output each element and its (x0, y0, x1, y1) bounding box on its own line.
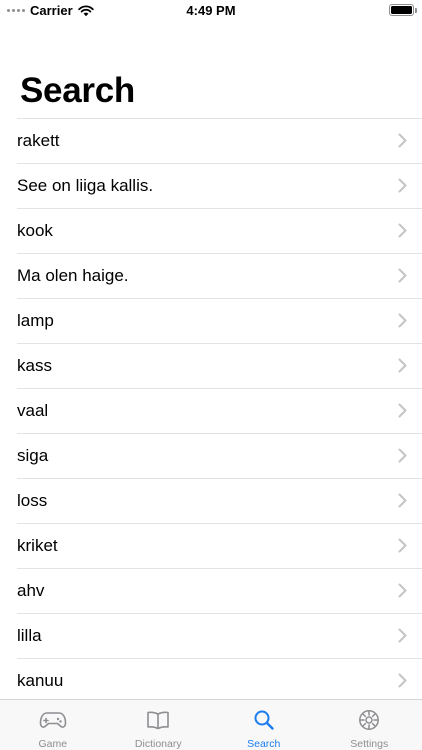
tab-search[interactable]: Search (211, 700, 317, 750)
gamecontroller-icon (38, 708, 68, 732)
list-item[interactable]: vaal (0, 388, 422, 433)
list-item-label: kanuu (17, 670, 64, 690)
gear-icon (354, 708, 384, 732)
list-item[interactable]: kanuu (0, 658, 422, 703)
list-item[interactable]: lilla (0, 613, 422, 658)
page-title: Search (20, 71, 135, 110)
list-item-label: kass (17, 355, 52, 375)
status-bar: Carrier 4:49 PM (0, 0, 422, 22)
clock: 4:49 PM (186, 3, 236, 18)
chevron-right-icon (398, 133, 407, 148)
tab-bar: Game Dictionary Search Settings (0, 699, 422, 750)
list-item[interactable]: kass (0, 343, 422, 388)
tab-settings[interactable]: Settings (317, 700, 422, 750)
tab-label: Search (247, 738, 281, 750)
battery-icon (389, 4, 417, 16)
list-item[interactable]: rakett (0, 118, 422, 163)
list-item[interactable]: lamp (0, 298, 422, 343)
list-item-label: rakett (17, 130, 60, 150)
magnifier-icon (249, 708, 279, 732)
chevron-right-icon (398, 493, 407, 508)
chevron-right-icon (398, 178, 407, 193)
list-item[interactable]: loss (0, 478, 422, 523)
chevron-right-icon (398, 628, 407, 643)
chevron-right-icon (398, 673, 407, 688)
chevron-right-icon (398, 313, 407, 328)
tab-label: Game (38, 738, 68, 750)
list-item[interactable]: See on liiga kallis. (0, 163, 422, 208)
chevron-right-icon (398, 268, 407, 283)
list-item[interactable]: kriket (0, 523, 422, 568)
tab-dictionary[interactable]: Dictionary (106, 700, 212, 750)
list-item-label: lamp (17, 310, 54, 330)
list-item-label: kook (17, 220, 53, 240)
list-item[interactable]: kook (0, 208, 422, 253)
tab-label: Dictionary (134, 738, 182, 750)
list-item[interactable]: siga (0, 433, 422, 478)
book-icon (143, 708, 173, 732)
list-item-label: loss (17, 490, 48, 510)
list-item-label: ahv (17, 580, 45, 600)
tab-label: Settings (350, 738, 389, 750)
chevron-right-icon (398, 583, 407, 598)
chevron-right-icon (398, 223, 407, 238)
list-item-label: lilla (17, 625, 42, 645)
list-item[interactable]: Ma olen haige. (0, 253, 422, 298)
list-item-label: siga (17, 445, 49, 465)
chevron-right-icon (398, 538, 407, 553)
chevron-right-icon (398, 358, 407, 373)
tab-game[interactable]: Game (0, 700, 106, 750)
list-item[interactable]: ahv (0, 568, 422, 613)
list-item-label: vaal (17, 400, 49, 420)
list-item-label: Ma olen haige. (17, 265, 129, 285)
list-item-label: See on liiga kallis. (17, 175, 154, 195)
chevron-right-icon (398, 403, 407, 418)
list-item-label: kriket (17, 535, 58, 555)
chevron-right-icon (398, 448, 407, 463)
search-results-list: rakett See on liiga kallis. kook Ma olen… (0, 118, 422, 703)
